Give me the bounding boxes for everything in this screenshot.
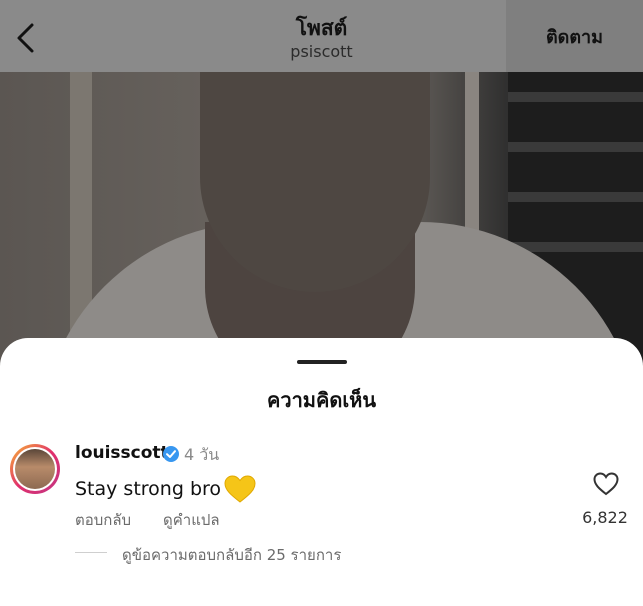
sheet-title: ความคิดเห็น <box>266 388 377 412</box>
top-bar: โพสต์ psiscott ติดตาม <box>0 0 643 72</box>
avatar[interactable] <box>10 444 60 494</box>
comments-sheet: ความคิดเห็น louisscott 4 วัน Stay strong… <box>0 338 643 606</box>
comment-username[interactable]: louisscott <box>75 443 169 463</box>
view-more-replies-button[interactable]: ดูข้อความตอบกลับอีก 25 รายการ <box>122 543 341 567</box>
verified-badge-icon <box>163 446 179 462</box>
replies-divider <box>75 552 107 553</box>
post-photo <box>0 72 643 372</box>
like-count: 6,822 <box>582 508 628 527</box>
sheet-grabber[interactable] <box>297 360 347 364</box>
comment-time: 4 วัน <box>184 445 220 464</box>
heart-outline-icon[interactable] <box>592 471 620 497</box>
see-translation-button[interactable]: ดูคำแปล <box>163 508 220 532</box>
follow-button[interactable]: ติดตาม <box>506 0 643 72</box>
reply-button[interactable]: ตอบกลับ <box>75 508 131 532</box>
comment-text-row: Stay strong bro <box>75 474 257 504</box>
yellow-heart-emoji-icon <box>224 475 256 503</box>
comment-text: Stay strong bro <box>75 478 222 500</box>
